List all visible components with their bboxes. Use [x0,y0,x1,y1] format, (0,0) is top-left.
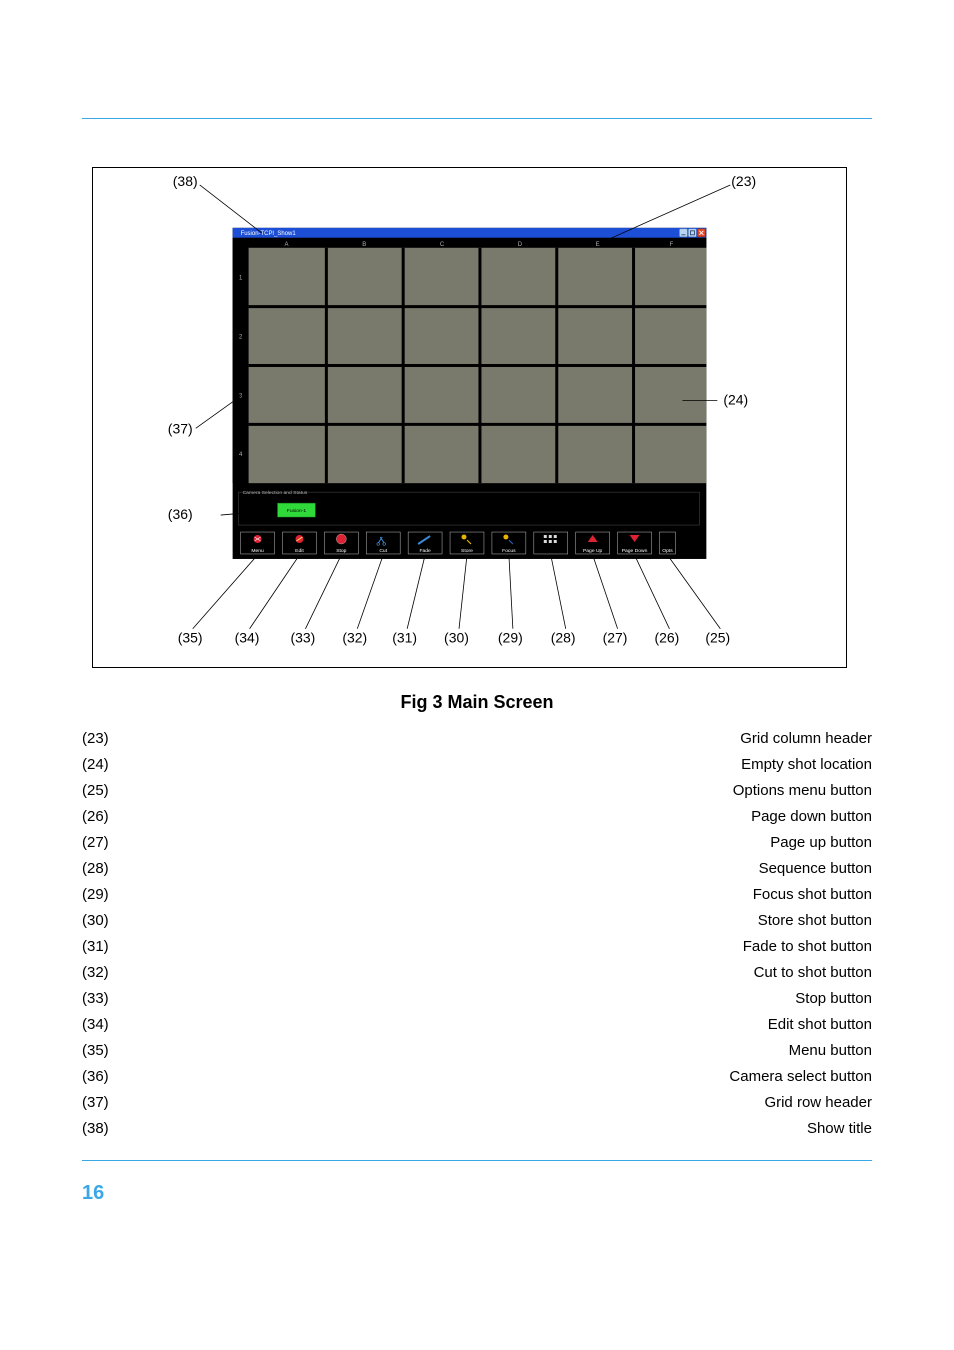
legend-row: (23)Grid column header [82,725,872,751]
svg-text:(26): (26) [654,630,679,646]
figure-box: Fusion-TCPI_Show1 A B C D E F [92,167,847,668]
svg-text:E: E [596,242,600,248]
app-title: Fusion-TCPI_Show1 [241,231,297,237]
svg-text:Edit: Edit [295,548,304,554]
legend-row: (26)Page down button [82,803,872,829]
page-number: 16 [82,1182,104,1205]
legend-row: (33)Stop button [82,985,872,1011]
svg-text:(38): (38) [173,173,198,189]
svg-text:(37): (37) [168,420,193,436]
page-up-button[interactable]: Page Up [576,532,610,554]
legend-row: (37)Grid row header [82,1089,872,1115]
svg-text:Fusion-1: Fusion-1 [287,508,307,514]
header-rule [82,118,872,119]
minimize-button[interactable] [679,229,687,237]
opts-button[interactable]: Opts [659,532,675,554]
focus-button[interactable]: Focus [492,532,526,554]
legend-row: (24)Empty shot location [82,751,872,777]
svg-text:Page Down: Page Down [622,548,648,554]
legend-list: (23)Grid column header (24)Empty shot lo… [82,725,872,1141]
page-down-button[interactable]: Page Down [618,532,652,554]
fade-button[interactable]: Fade [408,532,442,554]
svg-text:Cut: Cut [379,548,387,554]
svg-text:Fade: Fade [419,548,431,554]
figure-caption: Fig 3 Main Screen [0,692,954,713]
toolbar: Menu Edit Stop [235,529,705,557]
svg-text:D: D [518,242,523,248]
svg-text:(25): (25) [705,630,730,646]
edit-button[interactable]: Edit [282,532,316,554]
legend-row: (38)Show title [82,1115,872,1141]
svg-text:Menu: Menu [251,548,264,554]
svg-text:(30): (30) [444,630,469,646]
legend-row: (28)Sequence button [82,855,872,881]
footer-rule [82,1160,872,1161]
svg-text:(28): (28) [551,630,576,646]
stop-button[interactable]: Stop [324,532,358,554]
legend-row: (27)Page up button [82,829,872,855]
svg-text:(23): (23) [731,173,756,189]
legend-row: (34)Edit shot button [82,1011,872,1037]
svg-text:Page Up: Page Up [583,548,603,554]
svg-text:A: A [284,242,288,248]
legend-row: (36)Camera select button [82,1063,872,1089]
svg-text:(27): (27) [603,630,628,646]
svg-text:(34): (34) [235,630,260,646]
svg-text:C: C [440,242,445,248]
legend-row: (29)Focus shot button [82,881,872,907]
legend-row: (30)Store shot button [82,907,872,933]
menu-button[interactable]: Menu [241,532,275,554]
svg-text:F: F [670,242,674,248]
svg-text:Store: Store [461,548,473,554]
maximize-button[interactable] [688,229,696,237]
svg-text:(36): (36) [168,506,193,522]
svg-text:(31): (31) [392,630,417,646]
svg-text:B: B [362,242,366,248]
legend-row: (35)Menu button [82,1037,872,1063]
svg-text:(32): (32) [342,630,367,646]
legend-row: (32)Cut to shot button [82,959,872,985]
svg-text:Opts: Opts [662,548,673,554]
legend-row: (25)Options menu button [82,777,872,803]
sequence-button[interactable] [534,532,568,554]
page: Fusion-TCPI_Show1 A B C D E F [0,0,954,1350]
figure-svg: Fusion-TCPI_Show1 A B C D E F [93,168,846,668]
svg-text:(29): (29) [498,630,523,646]
svg-text:Focus: Focus [502,548,516,554]
legend-row: (31)Fade to shot button [82,933,872,959]
svg-text:(35): (35) [178,630,203,646]
svg-text:(24): (24) [723,391,748,407]
app-window: Fusion-TCPI_Show1 A B C D E F [233,228,707,559]
store-button[interactable]: Store [450,532,484,554]
svg-text:Stop: Stop [336,548,346,554]
svg-text:(33): (33) [290,630,315,646]
camera-panel-label: Camera Selection and Status [243,490,308,496]
cut-button[interactable]: Cut [366,532,400,554]
